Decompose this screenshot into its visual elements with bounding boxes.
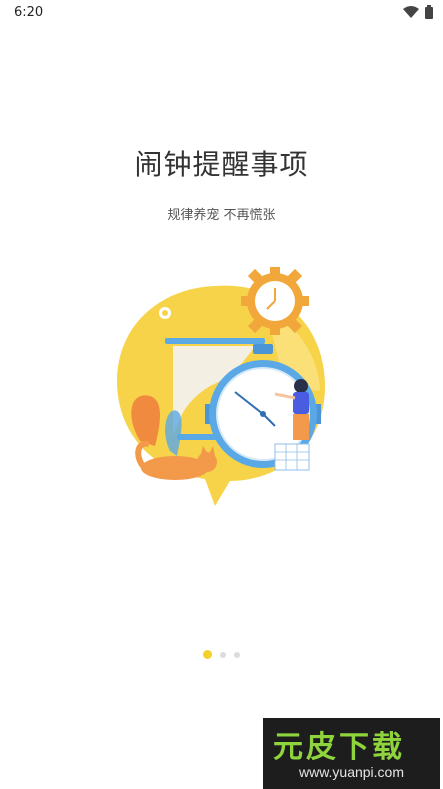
pager-dot-2[interactable]	[220, 651, 226, 658]
watermark-url: www.yuanpi.com	[298, 764, 405, 780]
alarm-illustration	[117, 267, 325, 506]
pager-dot-3[interactable]	[234, 651, 240, 658]
gear-clock-icon	[241, 267, 309, 335]
pager-dot-1[interactable]	[203, 650, 212, 659]
onboarding-title: 闹钟提醒事项	[134, 148, 309, 181]
watermark: 元皮下载 www.yuanpi.com	[263, 718, 440, 789]
status-time: 6:20	[14, 5, 44, 20]
watermark-brand: 元皮下载	[273, 730, 405, 765]
status-icons	[403, 5, 433, 19]
wifi-icon	[403, 6, 419, 18]
small-gear-icon	[159, 307, 171, 319]
status-bar: 6:20	[0, 0, 443, 26]
pager-indicator	[0, 650, 443, 659]
onboarding-subtitle: 规律养宠 不再慌张	[167, 208, 276, 223]
battery-icon	[425, 5, 433, 19]
calendar-illustration	[274, 443, 310, 471]
